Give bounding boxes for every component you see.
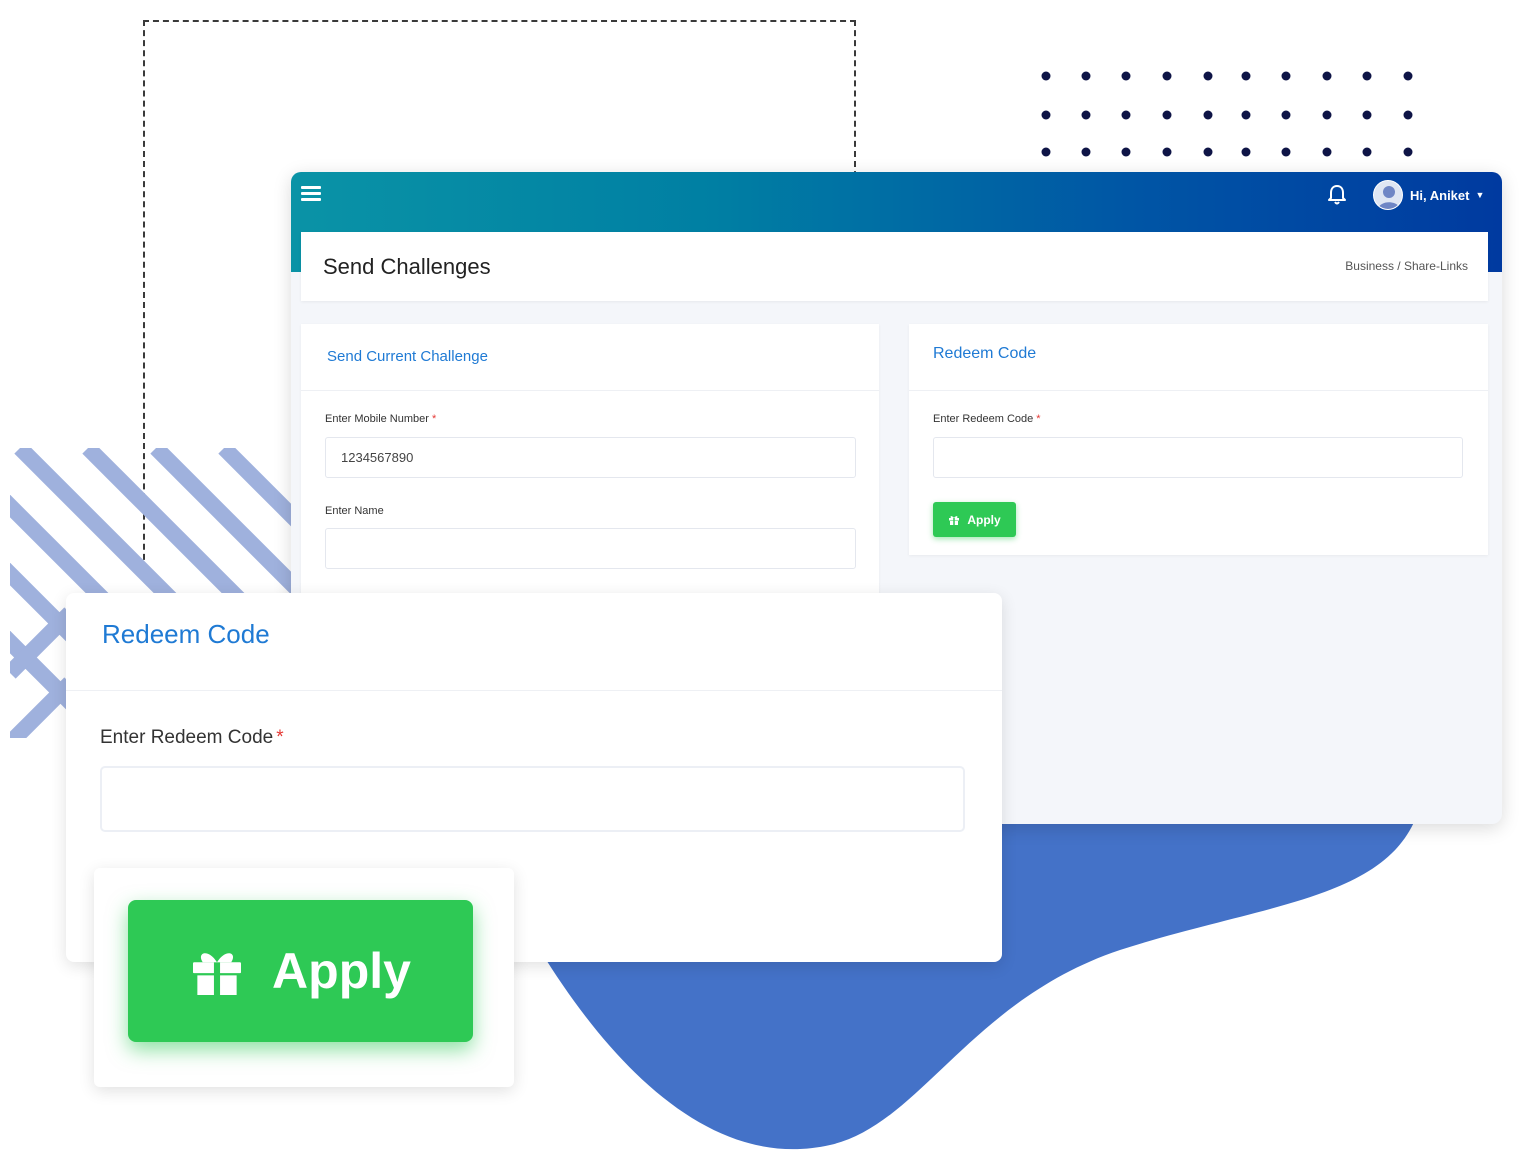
card-divider xyxy=(66,690,1002,691)
redeem-code-card: Redeem Code Enter Redeem Code * Apply xyxy=(909,324,1488,555)
redeem-code-input-zoomed[interactable] xyxy=(100,766,965,832)
card-title-redeem-code: Redeem Code xyxy=(933,345,1037,362)
card-divider xyxy=(301,390,879,391)
required-marker: * xyxy=(1036,413,1041,425)
redeem-code-label-zoomed: Enter Redeem Code * xyxy=(100,727,284,748)
card-divider xyxy=(909,390,1488,391)
hamburger-menu-icon[interactable] xyxy=(301,186,321,204)
redeem-code-input[interactable] xyxy=(933,437,1463,478)
apply-button[interactable]: Apply xyxy=(933,502,1016,537)
gift-icon xyxy=(949,515,960,525)
avatar-icon xyxy=(1373,180,1403,210)
page-header: Send Challenges Business / Share-Links xyxy=(301,232,1488,301)
caret-down-icon: ▼ xyxy=(1475,190,1485,200)
card-title-send-challenge: Send Current Challenge xyxy=(327,348,488,365)
user-greeting: Hi, Aniket xyxy=(1410,187,1470,203)
page-title: Send Challenges xyxy=(323,254,491,279)
redeem-code-label: Enter Redeem Code * xyxy=(933,413,1041,425)
breadcrumb: Business / Share-Links xyxy=(1345,259,1468,273)
name-label: Enter Name xyxy=(325,505,384,517)
bell-icon[interactable] xyxy=(1327,184,1347,206)
name-input[interactable] xyxy=(325,528,856,569)
mobile-number-input[interactable]: 1234567890 xyxy=(325,437,856,478)
apply-button-label-zoomed: Apply xyxy=(272,943,411,999)
user-menu[interactable]: Hi, Aniket ▼ xyxy=(1373,180,1484,210)
required-marker: * xyxy=(276,727,284,748)
card-title-redeem-code-zoomed: Redeem Code xyxy=(102,619,270,649)
apply-button-label: Apply xyxy=(967,512,1001,527)
mobile-number-label: Enter Mobile Number * xyxy=(325,413,437,425)
apply-button-zoomed[interactable]: Apply xyxy=(128,900,473,1042)
required-marker: * xyxy=(431,413,437,425)
dot-grid-decoration xyxy=(1041,71,1413,157)
apply-button-callout: Apply xyxy=(94,868,514,1087)
gift-icon xyxy=(193,953,242,995)
